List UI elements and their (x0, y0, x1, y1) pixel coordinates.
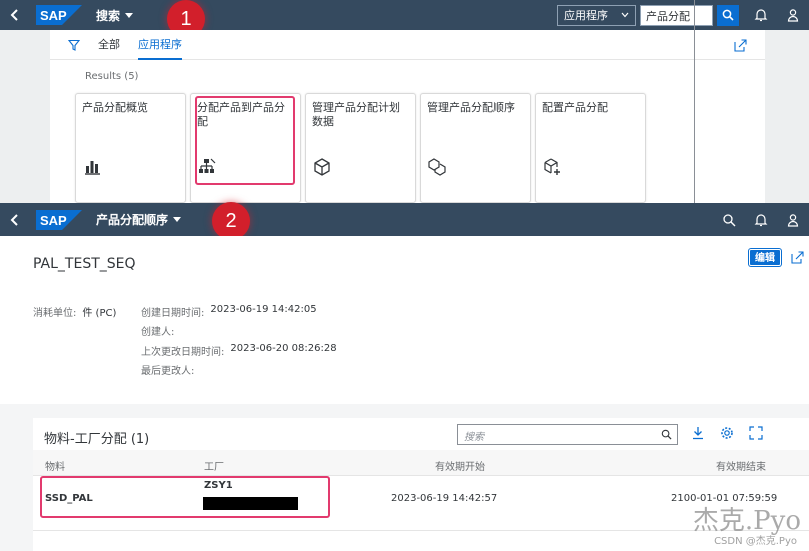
redaction-bar (203, 497, 298, 510)
search-scope-select[interactable]: 应用程序 (557, 4, 636, 26)
tile-configure-allocation[interactable]: 配置产品分配 (535, 93, 646, 203)
cell-plant: ZSY1 (204, 480, 233, 491)
bell-icon (754, 213, 768, 226)
shell-title: 搜索 (96, 8, 121, 23)
caret-down-icon (125, 12, 134, 18)
notifications-button[interactable] (745, 0, 777, 30)
svg-text:SAP: SAP (40, 8, 67, 23)
search-button[interactable] (717, 4, 739, 26)
search-icon (723, 213, 736, 226)
top-shell-bar: SAP 搜索 应用程序 产品分配 (0, 0, 809, 30)
tile-title: 管理产品分配计划数据 (312, 101, 400, 128)
back-button[interactable] (0, 0, 30, 30)
attr-uom: 消耗单位: 件 (PC) (33, 304, 116, 319)
attr-value: 件 (PC) (82, 308, 117, 319)
app-title-menu[interactable]: 产品分配顺序 (96, 211, 182, 228)
back-icon (10, 9, 18, 21)
svg-text:SAP: SAP (40, 213, 67, 228)
user-icon (787, 213, 799, 227)
app-shell-bar: SAP 产品分配顺序 (0, 203, 809, 236)
sap-logo[interactable]: SAP (36, 209, 82, 230)
attr-label: 最后更改人: (141, 366, 195, 377)
results-tab-bar: 全部 应用程序 (50, 30, 765, 60)
search-input[interactable]: 产品分配 (640, 4, 713, 26)
table-title: 物料-工厂分配 (1) (44, 432, 150, 447)
search-button[interactable] (713, 203, 745, 236)
object-header: PAL_TEST_SEQ 编辑 消耗单位: 件 (PC) 创建日期时间: 202… (0, 236, 809, 404)
shell-title-menu[interactable]: 搜索 (96, 7, 134, 24)
content-area: 物料-工厂分配 (1) 搜索 物料 工厂 有效期开始 有效期结束 SSD_PAL… (0, 404, 809, 551)
attr-label: 消耗单位: (33, 308, 77, 319)
search-scope-value: 应用程序 (564, 9, 608, 22)
search-icon (661, 429, 672, 440)
attr-label: 创建人: (141, 327, 175, 338)
tile-title: 配置产品分配 (542, 101, 608, 114)
bell-icon (754, 9, 768, 22)
table-header-row: 物料 工厂 有效期开始 有效期结束 (33, 450, 809, 476)
cubes-icon (428, 158, 446, 176)
search-results-panel: 全部 应用程序 Results (5) 产品分配概览 分配产品到产品分配 管理产… (50, 30, 765, 203)
gear-icon[interactable] (720, 426, 734, 440)
col-plant[interactable]: 工厂 (204, 458, 224, 473)
fullscreen-icon[interactable] (749, 426, 763, 440)
table-search-input[interactable]: 搜索 (457, 424, 678, 445)
edit-button[interactable]: 编辑 (749, 249, 781, 266)
attr-changed-by: 最后更改人: (141, 362, 194, 377)
tile-title: 产品分配概览 (82, 101, 148, 114)
user-button[interactable] (777, 203, 809, 236)
app-title: 产品分配顺序 (96, 213, 169, 227)
share-icon[interactable] (791, 251, 804, 264)
attr-created-on: 创建日期时间: 2023-06-19 14:42:05 (141, 304, 317, 319)
caret-down-icon (173, 217, 182, 222)
share-icon[interactable] (734, 39, 747, 52)
hierarchy-icon (199, 158, 216, 173)
tile-manage-allocation-sequences[interactable]: 管理产品分配顺序 (420, 93, 531, 203)
attr-created-by: 创建人: (141, 323, 174, 338)
filter-icon[interactable] (68, 39, 80, 51)
notifications-button[interactable] (745, 203, 777, 236)
attr-value: 2023-06-20 08:26:28 (230, 343, 337, 354)
back-button[interactable] (0, 203, 30, 236)
sap-logo[interactable]: SAP (36, 5, 82, 25)
chevron-down-icon (621, 12, 629, 18)
tile-assign-products[interactable]: 分配产品到产品分配 (190, 93, 301, 203)
app-tiles: 产品分配概览 分配产品到产品分配 管理产品分配计划数据 管理产品分配顺序 配置产… (75, 93, 646, 203)
search-icon (722, 9, 734, 21)
col-valid-to[interactable]: 有效期结束 (716, 458, 766, 473)
tile-title: 管理产品分配顺序 (427, 101, 515, 114)
attr-label: 上次更改日期时间: (141, 347, 225, 358)
cube-icon (314, 158, 330, 176)
watermark-sub: CSDN @杰克.Pyo (714, 536, 797, 547)
download-icon[interactable] (691, 426, 705, 440)
col-valid-from[interactable]: 有效期开始 (435, 458, 485, 473)
step-callout-2: 2 (212, 202, 250, 240)
cell-valid-from: 2023-06-19 14:42:57 (391, 493, 498, 504)
attr-changed-on: 上次更改日期时间: 2023-06-20 08:26:28 (141, 343, 337, 358)
object-title: PAL_TEST_SEQ (33, 256, 136, 272)
user-icon (787, 9, 799, 22)
cell-material: SSD_PAL (45, 493, 93, 504)
divider-line (694, 0, 695, 203)
tile-product-allocation-overview[interactable]: 产品分配概览 (75, 93, 186, 203)
col-material[interactable]: 物料 (45, 458, 65, 473)
attr-label: 创建日期时间: (141, 308, 205, 319)
results-count: Results (5) (85, 71, 139, 82)
attr-value: 2023-06-19 14:42:05 (210, 304, 317, 315)
tab-all[interactable]: 全部 (98, 30, 120, 60)
tile-manage-allocation-plan-data[interactable]: 管理产品分配计划数据 (305, 93, 416, 203)
tab-apps[interactable]: 应用程序 (138, 30, 182, 60)
tile-title: 分配产品到产品分配 (197, 101, 285, 128)
user-button[interactable] (777, 0, 809, 30)
back-icon (10, 213, 18, 226)
chart-icon (85, 161, 100, 175)
add-cube-icon (544, 158, 560, 175)
table-search-placeholder: 搜索 (464, 432, 484, 443)
